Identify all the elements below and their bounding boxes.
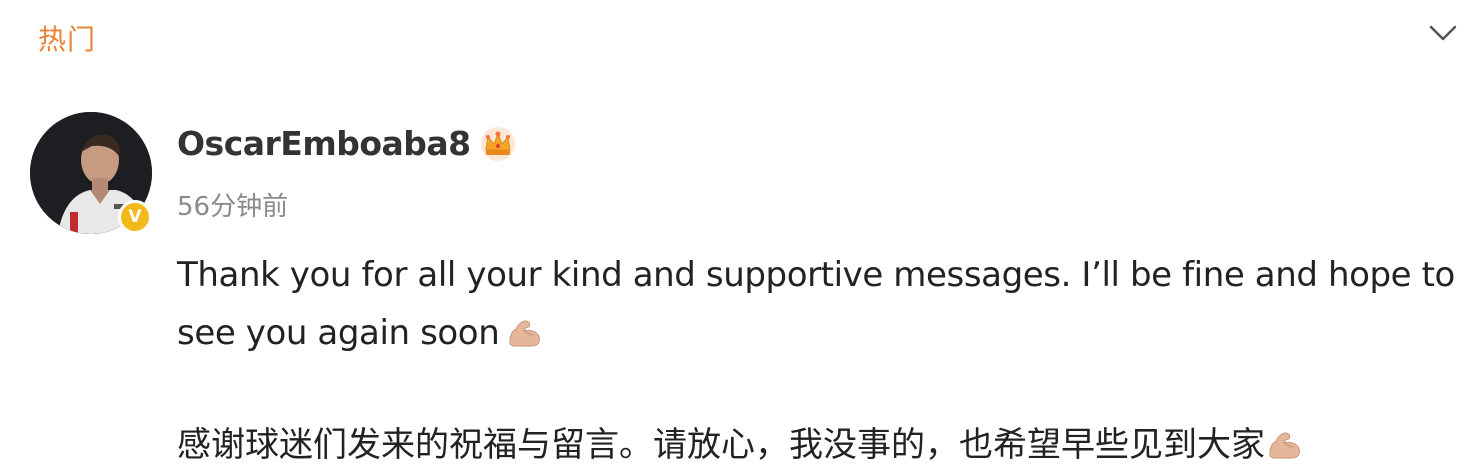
crown-icon[interactable]	[479, 125, 517, 163]
author-username[interactable]: OscarEmboaba8	[177, 124, 471, 163]
post-content-chinese-text: 感谢球迷们发来的祝福与留言。请放心，我没事的，也希望早些见到大家	[177, 425, 1265, 465]
chevron-down-icon[interactable]	[1428, 22, 1458, 44]
verified-badge: V	[118, 200, 152, 234]
post-content-english: Thank you for all your kind and supporti…	[177, 246, 1467, 362]
post-content-english-text: Thank you for all your kind and supporti…	[177, 255, 1455, 353]
author-header: OscarEmboaba8	[177, 124, 517, 163]
flexed-biceps-icon	[1269, 432, 1300, 459]
author-avatar-container[interactable]: V	[30, 112, 152, 234]
hot-tab[interactable]: 热门	[38, 18, 96, 58]
post-timestamp[interactable]: 56分钟前	[177, 186, 288, 223]
weibo-post-view: 热门 V OscarEmboaba8 56分钟前 Thank you for a…	[0, 0, 1472, 467]
post-content: Thank you for all your kind and supporti…	[177, 246, 1467, 467]
post-content-chinese: 感谢球迷们发来的祝福与留言。请放心，我没事的，也希望早些见到大家	[177, 416, 1467, 467]
flexed-biceps-icon	[509, 320, 541, 347]
